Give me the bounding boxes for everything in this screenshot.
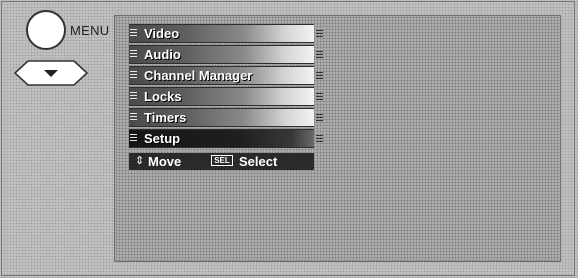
menu-item-channel-manager[interactable]: Channel Manager bbox=[129, 66, 323, 85]
select-key-icon: SEL bbox=[211, 155, 233, 166]
item-grip-icon bbox=[316, 30, 323, 39]
menu-item-timers[interactable]: Timers bbox=[129, 108, 323, 127]
remote-panel: MENU bbox=[14, 10, 110, 90]
menu-item-audio[interactable]: Audio bbox=[129, 45, 323, 64]
down-arrow-button-icon[interactable] bbox=[14, 60, 88, 86]
item-grip-icon bbox=[130, 113, 137, 122]
item-grip-icon bbox=[130, 134, 137, 143]
menu-item-label: Locks bbox=[144, 89, 182, 104]
select-hint-label: Select bbox=[239, 154, 278, 169]
menu-item-label: Setup bbox=[144, 131, 181, 146]
menu-item-video[interactable]: Video bbox=[129, 24, 323, 43]
menu-item-label: Audio bbox=[144, 47, 181, 62]
menu-panel: Video Audio Channel Manager Locks Timers… bbox=[114, 15, 561, 262]
move-hint-label: Move bbox=[148, 154, 182, 169]
menu-item-label: Video bbox=[144, 26, 180, 41]
item-grip-icon bbox=[130, 29, 137, 38]
item-grip-icon bbox=[130, 71, 137, 80]
four-way-arrow-icon: ⇕ bbox=[135, 155, 145, 167]
item-grip-icon bbox=[316, 72, 323, 81]
menu-button-label: MENU bbox=[70, 23, 110, 38]
item-grip-icon bbox=[130, 92, 137, 101]
item-grip-icon bbox=[130, 50, 137, 59]
item-grip-icon bbox=[316, 114, 323, 123]
item-grip-icon bbox=[316, 135, 323, 144]
menu-item-locks[interactable]: Locks bbox=[129, 87, 323, 106]
menu-item-label: Channel Manager bbox=[144, 68, 253, 83]
item-grip-icon bbox=[316, 93, 323, 102]
item-grip-icon bbox=[316, 51, 323, 60]
navigation-hint-bar: ⇕ Move SEL Select bbox=[129, 153, 314, 170]
menu-item-setup[interactable]: Setup bbox=[129, 129, 323, 148]
menu-circle-button[interactable] bbox=[26, 10, 66, 50]
menu-item-label: Timers bbox=[144, 110, 187, 125]
